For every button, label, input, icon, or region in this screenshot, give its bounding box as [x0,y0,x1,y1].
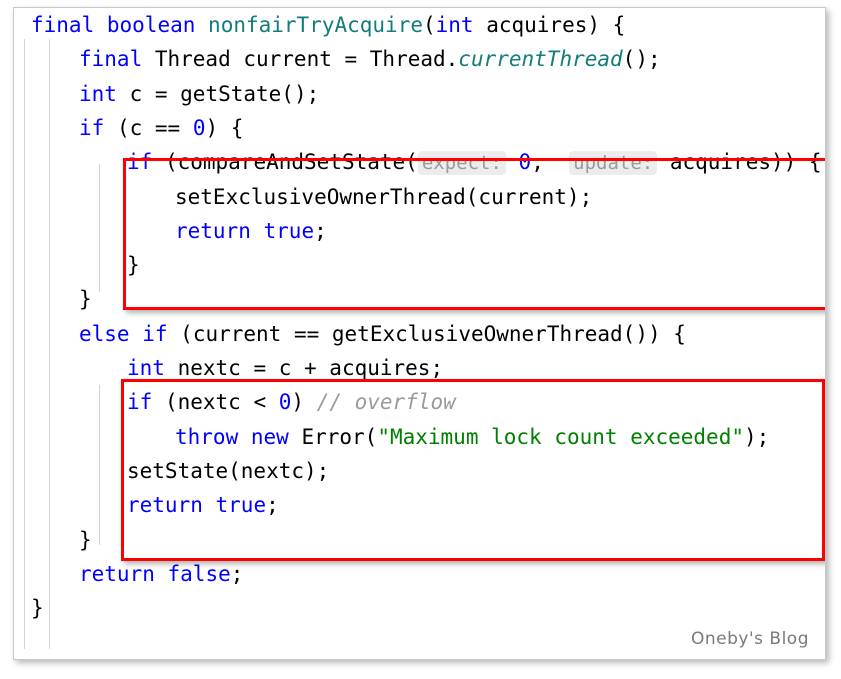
code-token-plain: (current == getExclusiveOwnerThread()) { [167,321,686,346]
indent-guide [24,39,25,649]
indent-guide [123,189,124,267]
code-token-plain: ; [266,493,279,518]
code-token-kw: return [79,561,155,586]
code-line[interactable]: } [14,253,140,278]
code-token-plain: acquires) { [473,13,626,37]
code-token-kw: return [175,218,251,243]
code-token-plain: } [31,596,44,621]
code-line[interactable]: setExclusiveOwnerThread(current); [14,185,592,210]
code-line[interactable]: int nextc = c + acquires; [14,356,443,381]
code-token-plain: Error( [288,424,378,449]
code-token-plain: setExclusiveOwnerThread(current); [175,184,593,209]
code-token-plain: (compareAndSetState( [152,150,418,175]
code-token-kw: if [127,150,153,175]
code-token-plain: (); [622,47,661,72]
code-line[interactable]: } [14,287,92,312]
code-token-kw: final [31,13,95,37]
code-line[interactable]: return true; [14,219,327,244]
screenshot-root: final boolean nonfairTryAcquire(int acqu… [0,0,841,679]
indent-guide [49,39,50,649]
code-token-plain: (c == [104,115,193,140]
code-token-str: "Maximum lock count exceeded" [377,424,744,449]
code-token-plain: ( [422,13,436,37]
code-token-kw: final [79,47,143,72]
code-line[interactable]: else if (current == getExclusiveOwnerThr… [14,322,686,347]
code-token-plain: (nextc < [152,390,279,415]
code-token-plain: ) [291,390,317,415]
code-token-num: 0 [278,390,292,415]
code-token-plain: c = getState(); [116,81,320,106]
code-token-kw: int [127,356,165,380]
code-token-kw: false [167,561,231,586]
code-token-plain: } [79,287,92,312]
code-token-plain: } [79,527,92,552]
code-token-kw: if [142,321,168,346]
code-token-kw: throw [175,424,239,449]
code-token-kw: true [263,218,315,243]
code-line[interactable]: final boolean nonfairTryAcquire(int acqu… [14,13,625,38]
code-token-kw: int [79,81,117,106]
code-line[interactable]: if (compareAndSetState(expect: 0, update… [14,150,822,176]
parameter-inlay-hint: expect: [417,151,506,176]
indent-guide [99,164,100,292]
code-token-method: nonfairTryAcquire [208,13,423,37]
code-token-kw: else [79,321,130,346]
code-line[interactable]: int c = getState(); [14,82,319,107]
code-surface[interactable]: final boolean nonfairTryAcquire(int acqu… [14,8,825,659]
code-token-kw: new [250,424,289,449]
code-token-plain: } [127,253,140,278]
blog-watermark: Oneby's Blog [691,629,809,649]
code-line[interactable]: } [14,596,44,621]
code-token-plain: Thread current = Thread. [142,47,459,72]
code-token-kw: boolean [106,13,196,37]
code-token-plain: ; [314,218,327,243]
code-token-plain: ) { [205,115,244,140]
code-line[interactable]: if (nextc < 0) // overflow [14,390,456,415]
code-token-plain: acquires)) { [657,150,822,175]
code-line[interactable]: setState(nextc); [14,459,329,484]
code-token-kw: int [435,13,474,37]
code-token-plain: , [531,150,570,175]
code-editor-frame: final boolean nonfairTryAcquire(int acqu… [13,7,826,660]
code-token-kw: return [127,493,203,518]
code-token-kw: if [79,115,105,140]
code-line[interactable]: throw new Error("Maximum lock count exce… [14,425,769,450]
code-token-plain: nextc = c + acquires; [164,356,444,380]
parameter-inlay-hint: update: [569,151,658,176]
code-token-plain: setState(nextc); [127,458,330,483]
code-token-plain: ); [743,424,770,449]
code-line[interactable]: final Thread current = Thread.currentThr… [14,47,661,72]
code-token-num: 0 [518,150,532,175]
code-token-plain: ; [230,561,244,586]
code-token-kw: if [127,390,153,415]
code-token-kw: true [215,493,267,518]
code-token-num: 0 [192,115,206,140]
code-token-static: currentThread [458,47,623,72]
code-line[interactable]: } [14,528,92,553]
indent-guide [123,441,124,493]
code-line[interactable]: return true; [14,493,279,518]
code-token-comment: // overflow [316,390,456,415]
indent-guide [99,385,100,545]
